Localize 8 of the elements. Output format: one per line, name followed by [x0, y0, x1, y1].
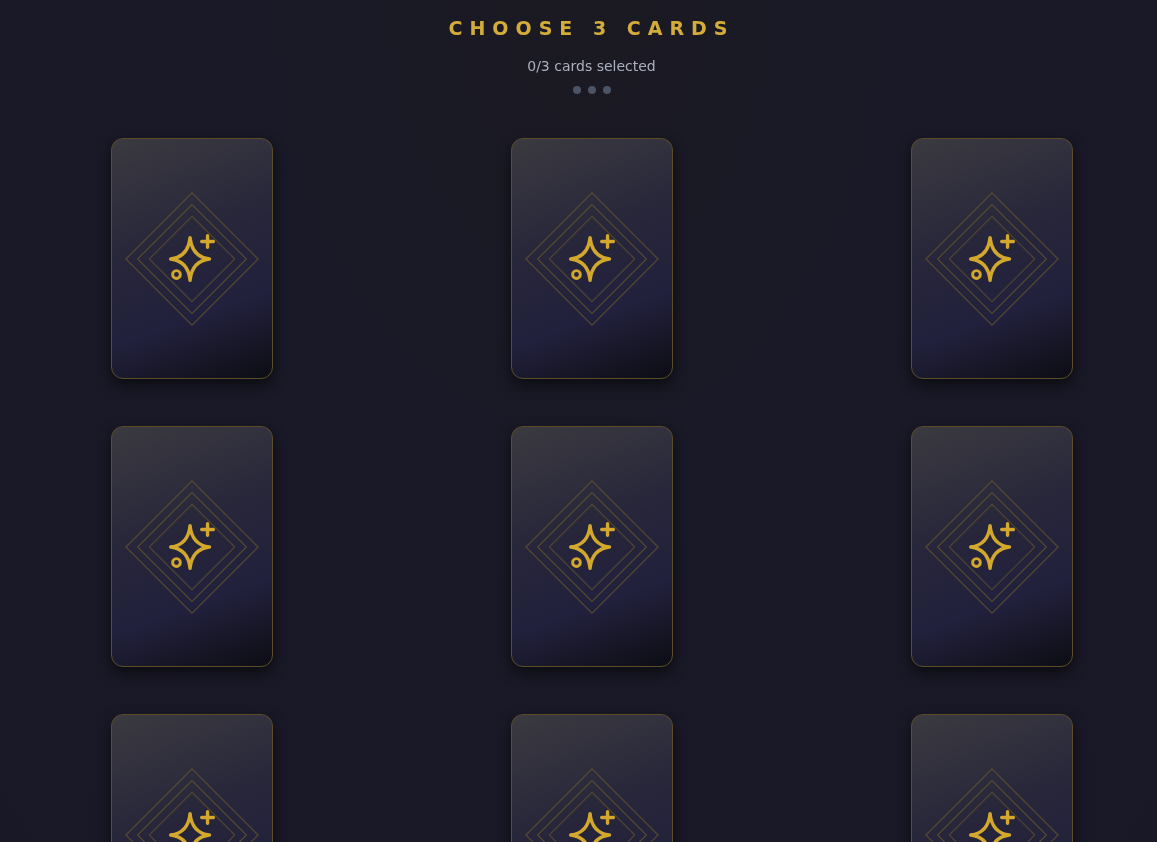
- card-back[interactable]: [511, 426, 673, 667]
- card-back[interactable]: [111, 138, 273, 379]
- card-back[interactable]: [911, 426, 1073, 667]
- card-back[interactable]: [511, 138, 673, 379]
- card-back[interactable]: [111, 426, 273, 667]
- card-back[interactable]: [911, 138, 1073, 379]
- page-title: CHOOSE 3 CARDS: [448, 16, 735, 40]
- selection-count: 0/3 cards selected: [527, 57, 656, 75]
